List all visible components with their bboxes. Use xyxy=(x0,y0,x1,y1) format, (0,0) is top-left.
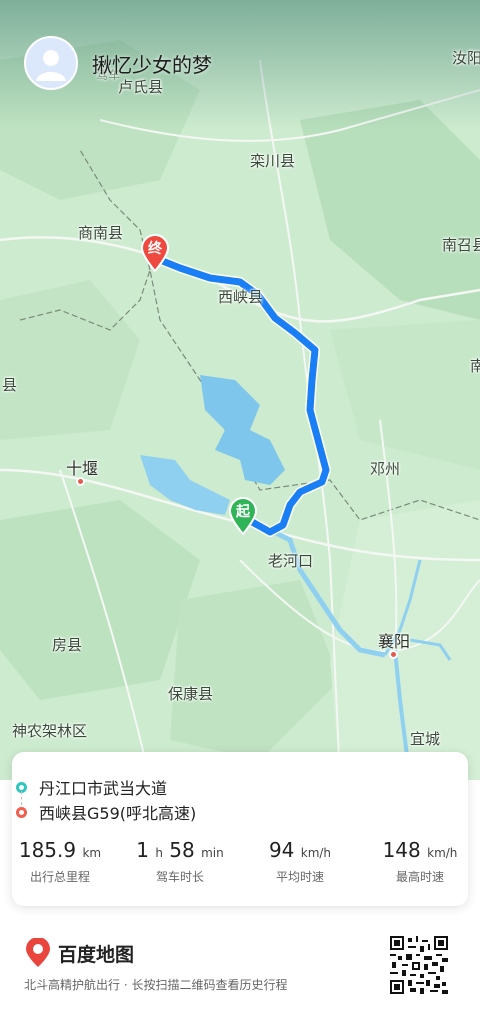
city-dot-shiyan xyxy=(76,477,85,486)
user-avatar-icon xyxy=(36,50,66,81)
avg-speed-value: 94 xyxy=(268,838,295,862)
avatar[interactable] xyxy=(24,36,78,90)
distance-value: 185.9 xyxy=(18,838,77,862)
username: 揪忆少女的梦 xyxy=(92,52,212,77)
avg-speed-unit: km/h xyxy=(300,846,332,860)
map-label-nan-edge: 南 xyxy=(470,357,480,375)
stat-duration: 1 h 58 min 驾车时长 xyxy=(120,838,240,885)
distance-unit: km xyxy=(82,846,102,860)
start-location-row: 丹江口市武当大道 xyxy=(16,775,167,799)
brand-name: 百度地图 xyxy=(58,943,135,966)
user-header: 揪忆少女的梦 xyxy=(24,36,212,90)
map-label-nanzhao: 南召县 xyxy=(442,236,480,254)
map-label-luanchuan: 栾川县 xyxy=(250,152,296,170)
duration-hours: 1 xyxy=(136,838,149,862)
start-marker-label: 起 xyxy=(236,504,250,520)
map-label-shiyan: 十堰 xyxy=(66,459,99,478)
end-marker-label: 终 xyxy=(148,241,162,257)
start-marker[interactable]: 起 xyxy=(228,497,258,535)
baidu-map-pin-icon xyxy=(26,938,50,967)
map-label-baokang: 保康县 xyxy=(168,685,214,703)
map-label-dengzhou: 邓州 xyxy=(370,460,401,478)
map-label-fangxian: 房县 xyxy=(52,636,83,654)
distance-label: 出行总里程 xyxy=(29,870,90,884)
trip-stats: 185.9 km 出行总里程 1 h 58 min 驾车时长 94 km/h 平… xyxy=(0,838,480,885)
max-speed-unit: km/h xyxy=(427,846,458,860)
map-label-yicheng: 宜城 xyxy=(410,730,441,748)
map-label-xixia: 西峡县 xyxy=(218,288,264,306)
duration-label: 驾车时长 xyxy=(155,870,204,884)
map-label-xiangyang: 襄阳 xyxy=(378,632,411,651)
brand-logo: 百度地图 xyxy=(24,938,134,968)
map-label-xian-edge: 县 xyxy=(2,376,18,394)
start-location: 丹江口市武当大道 xyxy=(39,779,168,798)
footer-note: 北斗高精护航出行 · 长按扫描二维码查看历史行程 xyxy=(24,978,288,992)
duration-hours-unit: h xyxy=(155,846,163,860)
max-speed-value: 148 xyxy=(382,838,421,862)
city-dot-xiangyang xyxy=(389,650,398,659)
map-label-shennongjia: 神农架林区 xyxy=(12,722,88,740)
map-canvas xyxy=(0,0,480,780)
end-location: 西峡县G59(呼北高速) xyxy=(39,804,197,823)
map-label-laohekou: 老河口 xyxy=(268,552,314,570)
duration-minutes: 58 xyxy=(169,838,195,862)
end-marker[interactable]: 终 xyxy=(140,234,170,272)
avg-speed-label: 平均时速 xyxy=(275,870,324,884)
stat-distance: 185.9 km 出行总里程 xyxy=(0,838,120,885)
route-map[interactable]: 卢氏县 驾车 栾川县 汝阳 商南县 南召县 西峡县 县 南 十堰 邓州 老河口 … xyxy=(0,0,480,780)
map-label-ruyang: 汝阳 xyxy=(452,49,480,67)
stat-avg-speed: 94 km/h 平均时速 xyxy=(240,838,360,885)
max-speed-label: 最高时速 xyxy=(395,870,444,884)
end-location-row: 西峡县G59(呼北高速) xyxy=(16,800,196,824)
end-dot-icon xyxy=(16,806,27,818)
map-label-shangnan: 商南县 xyxy=(78,224,124,242)
stat-max-speed: 148 km/h 最高时速 xyxy=(360,838,480,885)
qr-code-icon[interactable] xyxy=(390,936,448,994)
duration-minutes-unit: min xyxy=(201,846,224,860)
